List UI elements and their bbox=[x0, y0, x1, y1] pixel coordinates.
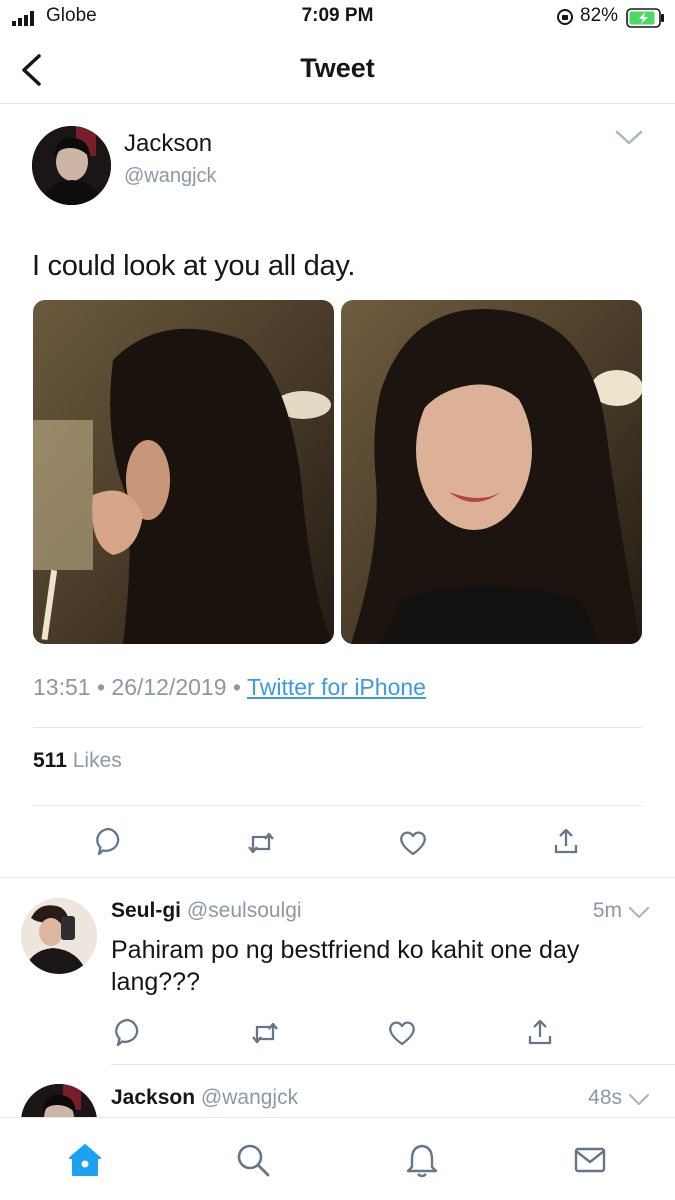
reply-timestamp: 48s bbox=[588, 1086, 622, 1109]
reply-text: Pahiram po ng bestfriend ko kahit one da… bbox=[111, 936, 580, 996]
nav-header: Tweet bbox=[0, 36, 675, 104]
meta-separator: • bbox=[96, 674, 106, 700]
like-icon[interactable] bbox=[387, 1018, 417, 1048]
reply-timestamp: 5m bbox=[592, 899, 622, 922]
home-icon[interactable] bbox=[67, 1142, 103, 1178]
share-icon[interactable] bbox=[525, 1017, 555, 1047]
reply-author[interactable]: Jackson @wangjck bbox=[111, 1086, 298, 1110]
tweet-date: 26/12/2019 bbox=[111, 674, 227, 700]
likes-summary[interactable]: 511 Likes bbox=[33, 749, 122, 773]
notifications-icon[interactable] bbox=[404, 1142, 440, 1178]
like-icon[interactable] bbox=[398, 828, 428, 858]
reply-icon[interactable] bbox=[113, 1017, 143, 1047]
chevron-down-icon[interactable] bbox=[628, 1092, 650, 1108]
retweet-icon[interactable] bbox=[246, 828, 276, 858]
divider bbox=[0, 877, 675, 878]
battery-percent: 82% bbox=[580, 5, 619, 26]
tweet-time: 13:51 bbox=[33, 674, 91, 700]
chevron-down-icon[interactable] bbox=[628, 905, 650, 921]
reply-avatar[interactable] bbox=[21, 898, 97, 974]
reply-author-name: Jackson bbox=[111, 1086, 196, 1109]
tweet-photo-2[interactable] bbox=[341, 300, 642, 644]
tweet-meta: 13:51 • 26/12/2019 • Twitter for iPhone bbox=[33, 674, 426, 701]
meta-separator: • bbox=[232, 674, 241, 700]
reply-icon[interactable] bbox=[94, 826, 124, 856]
likes-count: 511 bbox=[33, 749, 67, 772]
divider bbox=[111, 1064, 675, 1065]
status-bar: Globe 7:09 PM 82% bbox=[0, 0, 675, 36]
rotation-lock-icon bbox=[557, 9, 573, 25]
bottom-tab-bar bbox=[0, 1117, 675, 1200]
divider bbox=[33, 805, 642, 806]
reply-author-handle: @seulsoulgi bbox=[186, 899, 302, 922]
retweet-icon[interactable] bbox=[250, 1018, 280, 1048]
messages-icon[interactable] bbox=[572, 1142, 608, 1178]
author-handle[interactable]: @wangjck bbox=[124, 165, 217, 188]
tweet-text: I could look at you all day. bbox=[32, 250, 356, 282]
reply-author-name: Seul-gi bbox=[111, 899, 182, 922]
battery-icon bbox=[626, 8, 664, 28]
search-icon[interactable] bbox=[235, 1142, 271, 1178]
author-avatar[interactable] bbox=[32, 126, 111, 205]
reply-author-handle: @wangjck bbox=[200, 1086, 299, 1109]
chevron-down-icon[interactable] bbox=[614, 128, 644, 148]
tweet-source-link[interactable]: Twitter for iPhone bbox=[247, 674, 426, 700]
likes-label: Likes bbox=[72, 749, 122, 772]
tweet-photo-1[interactable] bbox=[33, 300, 334, 644]
share-icon[interactable] bbox=[551, 826, 581, 856]
author-name[interactable]: Jackson bbox=[124, 130, 212, 158]
divider bbox=[33, 727, 642, 728]
reply-author[interactable]: Seul-gi @seulsoulgi bbox=[111, 899, 302, 923]
page-title: Tweet bbox=[300, 53, 375, 83]
